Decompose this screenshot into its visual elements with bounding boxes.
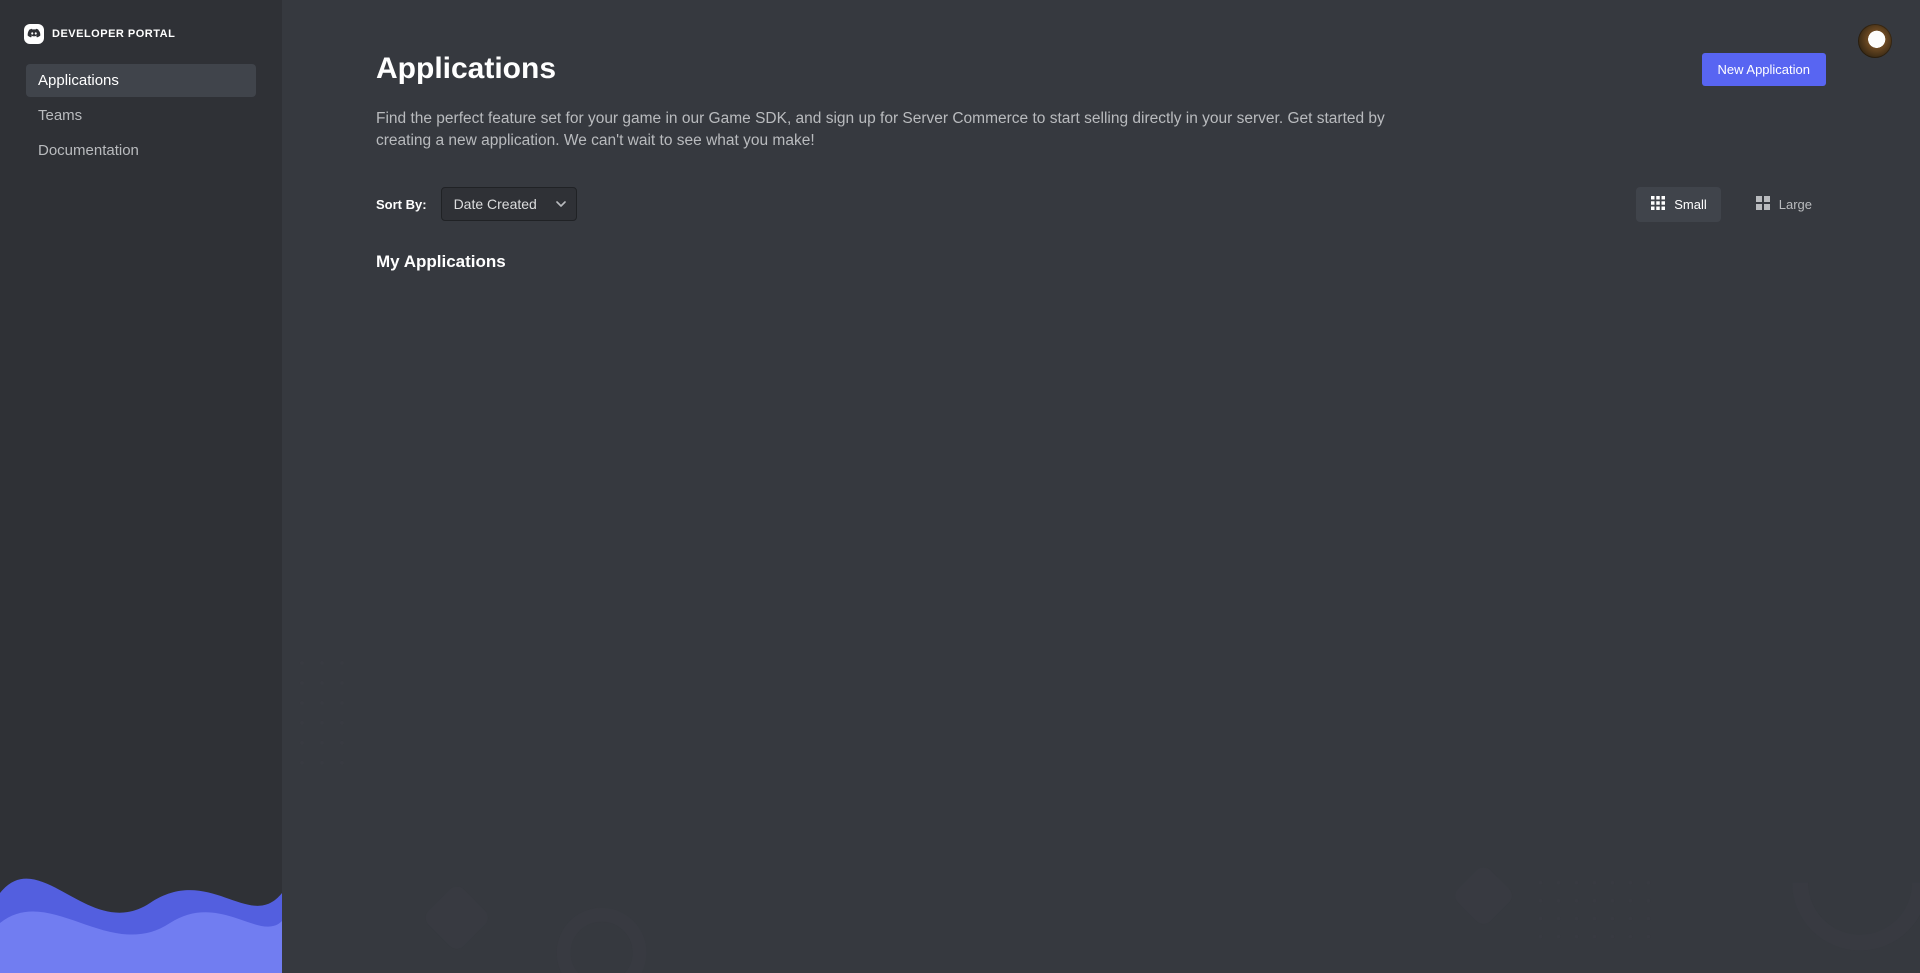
- view-large-label: Large: [1779, 197, 1812, 212]
- brand-block[interactable]: DEVELOPER PORTAL: [0, 0, 282, 64]
- new-application-button[interactable]: New Application: [1702, 53, 1827, 86]
- discord-logo-icon: [24, 24, 44, 44]
- grid-large-icon: [1755, 195, 1771, 214]
- my-applications-heading: My Applications: [376, 252, 1826, 272]
- page-header: Applications New Application: [376, 52, 1826, 86]
- sidebar-nav: Applications Teams Documentation: [0, 64, 282, 167]
- sort-label: Sort By:: [376, 197, 427, 212]
- main-content: Applications New Application Find the pe…: [282, 0, 1920, 973]
- brand-text: DEVELOPER PORTAL: [52, 28, 175, 40]
- view-toggle: Small Large: [1636, 187, 1826, 222]
- page-title: Applications: [376, 52, 556, 86]
- view-small-button[interactable]: Small: [1636, 187, 1721, 222]
- sort-select[interactable]: Date Created: [441, 187, 577, 221]
- sort-control: Sort By: Date Created: [376, 187, 577, 221]
- sidebar-item-applications[interactable]: Applications: [26, 64, 256, 97]
- view-small-label: Small: [1674, 197, 1707, 212]
- page-description: Find the perfect feature set for your ga…: [376, 108, 1436, 153]
- background-decoration: [282, 623, 1920, 973]
- list-controls: Sort By: Date Created Small: [376, 187, 1826, 222]
- sidebar-item-teams[interactable]: Teams: [26, 99, 256, 132]
- view-large-button[interactable]: Large: [1741, 187, 1826, 222]
- sidebar-item-label: Teams: [38, 107, 82, 124]
- sidebar-wave-decoration: [0, 813, 282, 973]
- sidebar: DEVELOPER PORTAL Applications Teams Docu…: [0, 0, 282, 973]
- sort-selected-value: Date Created: [454, 196, 537, 212]
- grid-small-icon: [1650, 195, 1666, 214]
- sidebar-item-label: Documentation: [38, 142, 139, 159]
- chevron-down-icon: [556, 196, 566, 212]
- user-avatar[interactable]: [1858, 24, 1892, 58]
- sidebar-item-label: Applications: [38, 72, 119, 89]
- sidebar-item-documentation[interactable]: Documentation: [26, 134, 256, 167]
